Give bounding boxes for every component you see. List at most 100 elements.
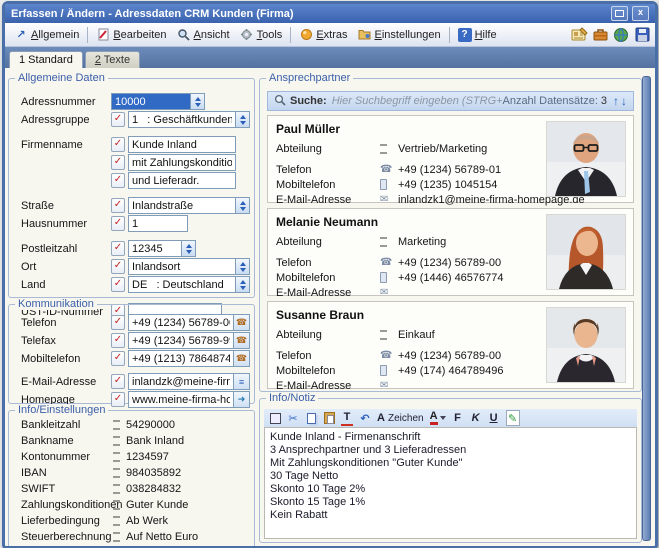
homepage-input[interactable] [128, 391, 234, 408]
prev-record-button[interactable]: ↑ [613, 94, 619, 108]
telefon-input[interactable] [128, 314, 234, 331]
menu-separator [87, 27, 88, 43]
copy-button[interactable] [305, 411, 317, 425]
char-button[interactable]: A Zeichen [377, 411, 424, 425]
dropdown-button[interactable] [236, 258, 250, 275]
menu-extras[interactable]: Extras [294, 26, 352, 44]
restore-button[interactable] [611, 6, 628, 21]
mobiltelefon-input[interactable] [128, 350, 234, 367]
plain-text-button[interactable]: T [341, 410, 353, 426]
contact-search-bar[interactable]: Suche: Hier Suchbegriff eingeben (STRG+S… [267, 91, 634, 111]
field-label: Mobiltelefon [21, 353, 111, 365]
search-placeholder[interactable]: Hier Suchbegriff eingeben (STRG+S) [332, 95, 503, 107]
title-bar[interactable]: Erfassen / Ändern - Adressdaten CRM Kund… [5, 4, 655, 23]
note-editor[interactable]: Kunde Inland - Firmenanschrift 3 Ansprec… [264, 427, 637, 539]
close-icon: x [638, 7, 643, 17]
edit-check-icon[interactable]: ✓ [111, 333, 125, 348]
contact-mobile: +49 (1235) 1045154 [398, 179, 497, 191]
note-line: Skonto 15 Tage 1% [270, 496, 631, 509]
menu-separator [449, 27, 450, 43]
bold-button[interactable]: F [452, 411, 464, 425]
dial-button[interactable]: ☎ [234, 350, 250, 367]
contact-card[interactable]: Paul Müller Abteilung Vertrieb/Marketing… [267, 115, 634, 203]
menu-tools[interactable]: Tools [235, 26, 288, 44]
edit-check-icon[interactable]: ✓ [111, 315, 125, 330]
menu-label: Ansicht [194, 29, 230, 41]
mail-icon: ✉ [380, 194, 398, 205]
save-icon[interactable] [633, 26, 651, 43]
close-button[interactable]: x [632, 6, 649, 21]
spinner-button[interactable] [191, 93, 205, 110]
firmenname-input-1[interactable] [128, 136, 236, 153]
contact-photo [546, 121, 626, 197]
info-row: Bankleitzahl54290000 [21, 419, 250, 431]
screen: Erfassen / Ändern - Adressdaten CRM Kund… [0, 0, 659, 548]
adressnummer-input[interactable] [111, 93, 191, 110]
row-telefon: Telefon ✓ ☎ [21, 314, 250, 331]
edit-check-icon[interactable]: ✓ [111, 155, 125, 170]
mail-menu-button[interactable]: ≡ [234, 373, 250, 390]
land-input[interactable] [128, 276, 236, 293]
group-info-einstellungen: Info/Einstellungen Bankleitzahl54290000 … [8, 410, 255, 548]
note-line: Kein Rabatt [270, 509, 631, 522]
font-color-button[interactable]: A [430, 411, 446, 425]
contact-department: Einkauf [398, 329, 435, 341]
edit-check-icon[interactable]: ✓ [111, 351, 125, 366]
edit-check-icon[interactable]: ✓ [111, 173, 125, 188]
dropdown-button[interactable] [236, 276, 250, 293]
edit-check-icon[interactable]: ✓ [111, 241, 125, 256]
cut-button[interactable]: ✂ [287, 411, 299, 425]
undo-button[interactable]: ↶ [359, 411, 371, 425]
tab-texte[interactable]: 2 Texte [85, 51, 140, 68]
dropdown-button[interactable] [236, 197, 250, 214]
arrow-down-icon: ↓ [621, 94, 627, 108]
strasse-input[interactable] [128, 197, 236, 214]
contact-card[interactable]: Susanne Braun Abteilung Einkauf Telefon … [267, 301, 634, 389]
row-firmenname-1: Firmenname ✓ [21, 136, 250, 153]
firmenname-input-3[interactable] [128, 172, 236, 189]
email-input[interactable] [128, 373, 234, 390]
paste-button[interactable] [323, 411, 335, 425]
open-link-button[interactable]: ➜ [234, 391, 250, 408]
next-record-button[interactable]: ↓ [621, 94, 627, 108]
frame-button[interactable] [269, 411, 281, 425]
edit-check-icon[interactable]: ✓ [111, 259, 125, 274]
row-email: E-Mail-Adresse ✓ ≡ [21, 373, 250, 390]
note-line: Kunde Inland - Firmenanschrift [270, 431, 631, 444]
row-mobiltelefon: Mobiltelefon ✓ ☎ [21, 350, 250, 367]
menu-allgemein[interactable]: ↗ Allgemein [9, 26, 84, 44]
edit-check-icon[interactable]: ✓ [111, 198, 125, 213]
firmenname-input-2[interactable] [128, 154, 236, 171]
edit-check-icon[interactable]: ✓ [111, 216, 125, 231]
equals-icon [113, 420, 120, 430]
dial-button[interactable]: ☎ [234, 332, 250, 349]
group-kommunikation: Kommunikation Telefon ✓ ☎ Telefax ✓ ☎ Mo… [8, 304, 255, 404]
dropdown-button[interactable] [236, 111, 250, 128]
dial-button[interactable]: ☎ [234, 314, 250, 331]
edit-check-icon[interactable]: ✓ [111, 277, 125, 292]
edit-check-icon[interactable]: ✓ [111, 112, 125, 127]
edit-check-icon[interactable]: ✓ [111, 137, 125, 152]
spinner-button[interactable] [182, 240, 196, 257]
menu-einstellungen[interactable]: Einstellungen [353, 26, 446, 44]
vertical-scrollbar[interactable] [642, 76, 651, 541]
tab-standard[interactable]: 1 Standard [9, 51, 83, 68]
adressgruppe-input[interactable] [128, 111, 236, 128]
menu-hilfe[interactable]: ? Hilfe [453, 26, 502, 44]
edit-check-icon[interactable]: ✓ [111, 374, 125, 389]
contact-card-icon[interactable] [570, 26, 588, 43]
menu-ansicht[interactable]: Ansicht [172, 26, 235, 44]
plz-input[interactable] [128, 240, 182, 257]
italic-button[interactable]: K [470, 411, 482, 425]
ort-input[interactable] [128, 258, 236, 275]
telefax-input[interactable] [128, 332, 234, 349]
menu-bearbeiten[interactable]: Bearbeiten [91, 26, 171, 44]
underline-button[interactable]: U [488, 411, 500, 425]
edit-check-icon[interactable]: ✓ [111, 392, 125, 407]
hausnummer-input[interactable] [128, 215, 188, 232]
briefcase-icon[interactable] [591, 26, 609, 43]
edit-note-button[interactable]: ✎ [506, 410, 520, 426]
globe-icon[interactable] [612, 26, 630, 43]
left-column: Allgemeine Daten Adressnummer Adressgrup… [8, 72, 255, 543]
contact-card[interactable]: Melanie Neumann Abteilung Marketing Tele… [267, 208, 634, 296]
